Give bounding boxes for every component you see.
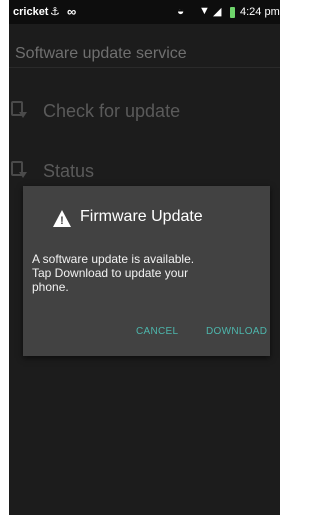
carrier-name: cricket xyxy=(13,6,49,18)
warning-mark: ! xyxy=(60,215,64,227)
clock: 4:24 pm xyxy=(240,6,280,18)
signal-icon: ◢ xyxy=(213,6,222,18)
sync-icon: ◒ xyxy=(177,4,185,18)
app-bar-divider xyxy=(9,67,280,68)
voicemail-icon: ∞ xyxy=(67,4,77,19)
menu-item-check-for-update[interactable]: Check for update xyxy=(9,92,280,132)
battery-icon xyxy=(230,7,235,18)
cancel-button[interactable]: CANCEL xyxy=(136,326,178,337)
dialog-message: A software update is available. Tap Down… xyxy=(32,252,195,294)
menu-item-label: Check for update xyxy=(43,101,181,121)
app-bar: Software update service xyxy=(9,24,280,68)
usb-icon: ⚓ xyxy=(50,6,60,18)
update-file-icon xyxy=(11,101,27,118)
phone-screen: cricket ⚓ ∞ ◒ ▼ ◢ 4:24 pm Software updat… xyxy=(9,0,280,515)
download-button[interactable]: DOWNLOAD xyxy=(206,326,267,337)
dialog-title: Firmware Update xyxy=(80,208,203,225)
status-bar: cricket ⚓ ∞ ◒ ▼ ◢ 4:24 pm xyxy=(9,0,280,24)
wifi-icon: ▼ xyxy=(199,5,210,17)
firmware-update-dialog: ! Firmware Update A software update is a… xyxy=(23,186,270,356)
menu-item-label: Status xyxy=(43,161,95,181)
app-title: Software update service xyxy=(15,45,187,62)
status-file-icon xyxy=(11,161,27,178)
